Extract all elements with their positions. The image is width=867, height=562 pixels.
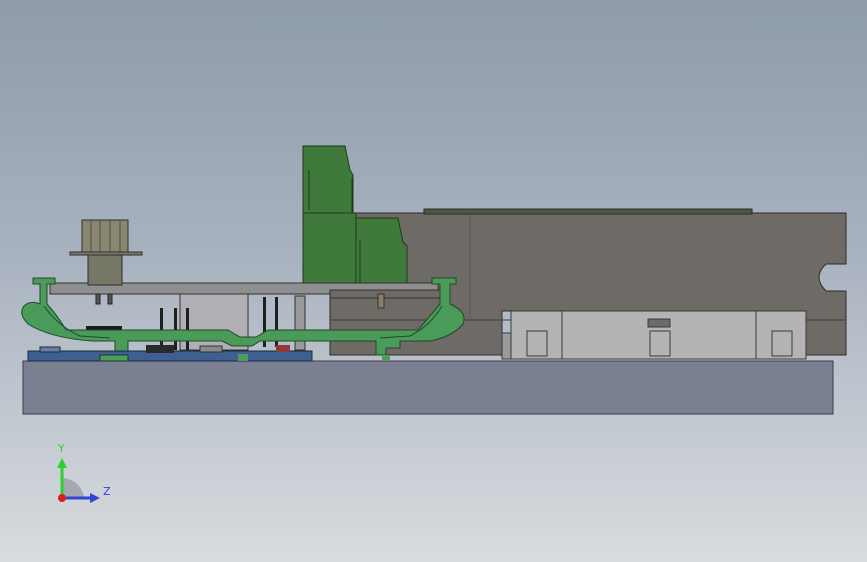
triad-quadrant [62,477,84,498]
green-top-part[interactable] [302,145,357,288]
graphics-viewport[interactable]: Y Z [0,0,867,562]
y-axis-arrow [57,458,67,468]
dark-pin [186,308,189,350]
green-step-part[interactable] [355,217,408,288]
connector-pin [107,293,113,305]
dark-pin [160,308,163,350]
board-component [199,345,223,353]
body-top-rail [423,208,753,215]
base-plate[interactable] [22,360,834,415]
board-component [276,345,290,352]
board-component [39,346,61,353]
board-component [238,354,248,361]
cad-model-view[interactable] [0,0,867,562]
z-axis-arrow [90,493,100,503]
insert-pocket [526,330,548,357]
insert-notch [647,318,671,328]
cylinder-connector[interactable] [81,219,129,254]
connector-pin [95,293,101,305]
board-component [99,354,129,362]
z-axis-label: Z [103,485,111,498]
insert-left-step [501,332,512,360]
cylinder-body [87,254,123,286]
dark-pin [174,308,177,350]
insert-pocket [771,330,793,357]
insert-pocket [649,330,671,357]
board-component [146,345,174,353]
board-component [382,355,390,361]
small-stud [377,293,385,309]
y-axis-label: Y [58,442,65,455]
top-plate-lower [329,289,441,299]
inner-column [294,295,306,351]
origin-dot [58,494,66,502]
